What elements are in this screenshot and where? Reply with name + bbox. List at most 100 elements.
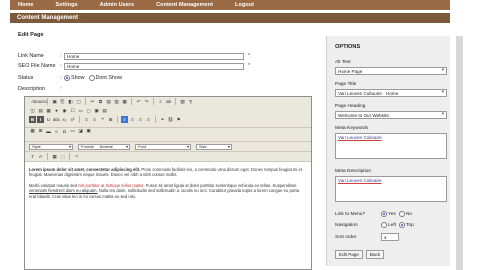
- toolbar-button-icon[interactable]: ▦: [121, 98, 128, 105]
- editor-content-area[interactable]: Lorem ipsum dolor sit amet, consectetur …: [29, 167, 307, 204]
- page-heading-label: Page Heading: [335, 104, 366, 109]
- toolbar-button-icon[interactable]: x₂: [61, 116, 68, 123]
- toolbar-button-icon[interactable]: ▦: [51, 153, 58, 160]
- toolbar-button-icon[interactable]: ↷: [143, 98, 150, 105]
- toolbar-separator: [117, 116, 118, 123]
- toolbar-button-icon[interactable]: ▤: [37, 107, 44, 114]
- toolbar-button-icon[interactable]: ≡: [91, 116, 98, 123]
- toolbar-button-icon[interactable]: ▣: [85, 128, 92, 135]
- toolbar-button-icon[interactable]: ab: [165, 98, 172, 105]
- toolbar-button-icon[interactable]: B: [29, 116, 36, 123]
- toolbar-button-icon[interactable]: Ω: [61, 128, 68, 135]
- meta-keywords-textarea[interactable]: Van Leuven Colinaire: [335, 133, 447, 159]
- toolbar-button-icon[interactable]: ❝: [99, 116, 106, 123]
- toolbar-button-icon[interactable]: ▧: [179, 98, 186, 105]
- toolbar-button-icon[interactable]: ¶: [187, 98, 194, 105]
- alt-text-input[interactable]: Home Page: [335, 67, 447, 75]
- link-to-menu-row: Link to Menu? Yes No: [335, 211, 415, 217]
- toolbar-button-icon[interactable]: ◉: [61, 107, 68, 114]
- page-title-input[interactable]: Van Leuven Cultuurie · Home: [335, 89, 447, 97]
- toolbar-button-icon[interactable]: ▣: [51, 98, 58, 105]
- toolbar-button-icon[interactable]: ▤: [105, 98, 112, 105]
- status-show-radio[interactable]: [64, 75, 70, 81]
- page-scrollbar[interactable]: [456, 36, 463, 270]
- style-select[interactable]: Style: [29, 143, 73, 150]
- toolbar-button-icon[interactable]: ⊞: [107, 116, 114, 123]
- toolbar-separator: [47, 98, 48, 105]
- toolbar-button-icon[interactable]: ⌕: [157, 98, 164, 105]
- toolbar-button-icon[interactable]: ▥: [113, 98, 120, 105]
- alt-text-label: Alt Text: [335, 60, 351, 65]
- page-title: Edit Page: [18, 32, 44, 38]
- seo-input[interactable]: Home: [64, 62, 244, 70]
- toolbar-button-icon[interactable]: ▢: [85, 107, 92, 114]
- toolbar-button-icon[interactable]: U: [45, 116, 52, 123]
- nav-content-management[interactable]: Content Management: [145, 2, 224, 8]
- toolbar-button-icon[interactable]: A: [37, 153, 44, 160]
- toolbar-button-icon[interactable]: ●: [53, 107, 60, 114]
- toolbar-button-icon[interactable]: ↶: [135, 98, 142, 105]
- toolbar-button-icon[interactable]: ⚭: [159, 116, 166, 123]
- toolbar-button-icon[interactable]: ◧: [67, 98, 74, 105]
- toolbar-button-icon[interactable]: ▣: [93, 107, 100, 114]
- font-select[interactable]: Font: [135, 143, 191, 150]
- toolbar-button-icon[interactable]: ⬚: [59, 153, 66, 160]
- link-name-row: Link Name : Home *: [18, 52, 250, 60]
- toolbar-button-icon[interactable]: ☐: [69, 107, 76, 114]
- size-select[interactable]: Size: [196, 143, 232, 150]
- toolbar-button-icon[interactable]: ≡: [83, 116, 90, 123]
- toolbar-separator: [131, 98, 132, 105]
- paragraph-2-underline: venenatis hendrerit diam eu aliquam.: [29, 188, 98, 194]
- toolbar-button-icon[interactable]: x²: [69, 116, 76, 123]
- toolbar-button-icon[interactable]: ▦: [29, 128, 36, 135]
- toolbar-button-icon[interactable]: ✂: [89, 98, 96, 105]
- format-select-label: Format: [81, 144, 94, 149]
- toolbar-button-icon[interactable]: ▭: [69, 128, 76, 135]
- toolbar-row-3: B I Uabc x₂ x² ≡ ≡ ❝ ⊞ ≡ ≡ ≡ ≡ ⚭ ⛓ ⚑: [25, 115, 311, 124]
- sort-order-input[interactable]: 4: [381, 233, 399, 241]
- meta-description-textarea[interactable]: Van Leuven Colinaire: [335, 176, 447, 202]
- toolbar-button-icon[interactable]: ▦: [45, 107, 52, 114]
- nav-logout[interactable]: Logout: [224, 2, 265, 8]
- toolbar-button-icon[interactable]: ◫: [29, 107, 36, 114]
- page-heading-input[interactable]: Welcome to Our Website: [335, 111, 447, 119]
- nav-admin-users[interactable]: Admin Users: [89, 2, 146, 8]
- seo-label: SEO File Name: [18, 63, 56, 69]
- toolbar-button-icon[interactable]: T: [29, 153, 36, 160]
- toolbar-button-icon[interactable]: ⧉: [97, 98, 104, 105]
- section-header: Content Management: [10, 13, 450, 23]
- toolbar-button-icon[interactable]: ⊞: [37, 128, 44, 135]
- status-dont-show-radio[interactable]: [88, 75, 95, 81]
- options-heading: OPTIONS: [335, 44, 361, 50]
- toolbar-button-icon[interactable]: ?: [73, 153, 80, 160]
- description-row: Description :: [18, 85, 64, 93]
- toolbar-button-icon[interactable]: ⛓: [167, 116, 174, 123]
- link-name-input[interactable]: Home: [64, 52, 244, 60]
- toolbar-button-icon[interactable]: ≡: [145, 116, 152, 123]
- toolbar-button-icon[interactable]: ▬: [45, 128, 52, 135]
- toolbar-button-icon[interactable]: ≡: [129, 116, 136, 123]
- sort-order-label: Sort order: [335, 234, 357, 240]
- back-button[interactable]: Back: [365, 250, 385, 259]
- toolbar-button-icon[interactable]: Source: [33, 98, 48, 105]
- toolbar-button-icon[interactable]: ≡: [121, 116, 128, 123]
- toolbar-button-icon[interactable]: ⎘: [59, 98, 66, 105]
- nav-top-radio[interactable]: [399, 222, 406, 228]
- toolbar-button-icon[interactable]: ▭: [77, 107, 84, 114]
- nav-settings[interactable]: Settings: [45, 2, 89, 8]
- link-menu-no-radio[interactable]: [398, 211, 405, 217]
- toolbar-button-icon[interactable]: I: [37, 116, 44, 123]
- toolbar-button-icon[interactable]: ▤: [101, 107, 108, 114]
- toolbar-button-icon[interactable]: ☺: [53, 128, 60, 135]
- nav-home[interactable]: Home: [10, 2, 45, 8]
- format-select[interactable]: Format Normal: [78, 143, 130, 150]
- link-menu-yes-radio[interactable]: [381, 211, 387, 217]
- toolbar-button-icon[interactable]: ▢: [75, 98, 82, 105]
- toolbar-button-icon[interactable]: ⚑: [175, 116, 182, 123]
- toolbar-button-icon[interactable]: ≡: [137, 116, 144, 123]
- nav-left-radio[interactable]: [381, 222, 387, 228]
- yes-label: Yes: [388, 211, 396, 217]
- toolbar-button-icon[interactable]: abc: [53, 116, 60, 123]
- toolbar-button-icon[interactable]: ◪: [77, 128, 84, 135]
- edit-page-button[interactable]: Edit Page: [335, 250, 363, 259]
